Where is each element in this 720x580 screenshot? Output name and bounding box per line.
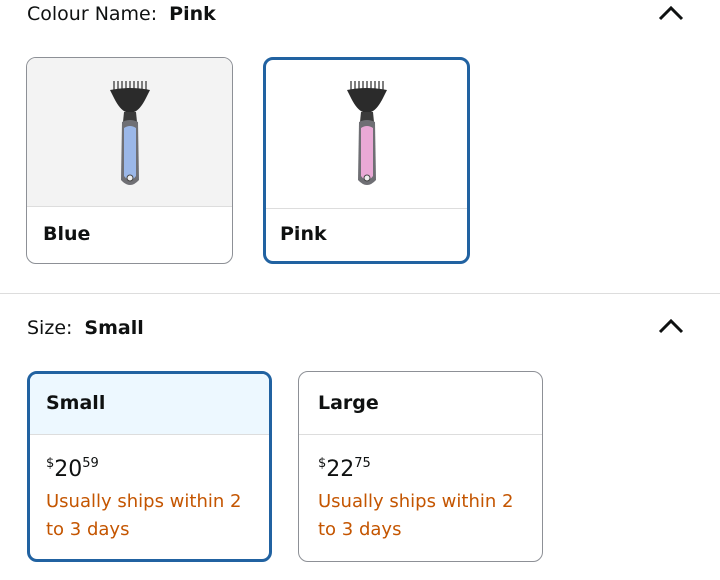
colour-selected-value: Pink — [169, 3, 216, 25]
colour-header: Colour Name: Pink — [27, 3, 216, 25]
swatch-blue-image — [27, 58, 232, 207]
size-option-large-head: Large — [299, 372, 542, 435]
size-option-small-head: Small — [30, 374, 269, 435]
chevron-up-icon[interactable] — [658, 317, 684, 335]
price-fraction: 59 — [82, 456, 99, 471]
size-option-small[interactable]: Small $2059 Usually ships within 2 to 3 … — [27, 371, 272, 562]
size-option-large-label: Large — [318, 392, 379, 414]
colour-label: Colour Name: — [27, 3, 158, 25]
size-label: Size: — [27, 317, 73, 339]
swatch-blue-label: Blue — [43, 223, 91, 245]
dematting-comb-pink-image — [346, 81, 387, 185]
size-header: Size: Small — [27, 317, 144, 339]
size-option-small-price: $2059 — [46, 456, 99, 482]
size-option-small-shipping: Usually ships within 2 to 3 days — [46, 491, 242, 540]
size-selected-value: Small — [84, 317, 144, 339]
price-whole: 20 — [54, 457, 83, 482]
price-whole: 22 — [326, 457, 355, 482]
swatch-pink-label: Pink — [280, 223, 327, 245]
swatch-pink-image — [266, 60, 467, 209]
section-divider — [0, 293, 720, 294]
price-fraction: 75 — [354, 456, 371, 471]
size-option-large-price: $2275 — [318, 456, 371, 482]
size-option-small-label: Small — [46, 392, 106, 414]
chevron-up-icon[interactable] — [658, 4, 684, 22]
dematting-comb-blue-image — [109, 81, 150, 185]
swatch-pink[interactable]: Pink — [263, 57, 470, 264]
swatch-blue[interactable]: Blue — [26, 57, 233, 264]
size-option-large-shipping: Usually ships within 2 to 3 days — [318, 491, 514, 540]
size-option-large[interactable]: Large $2275 Usually ships within 2 to 3 … — [298, 371, 543, 562]
